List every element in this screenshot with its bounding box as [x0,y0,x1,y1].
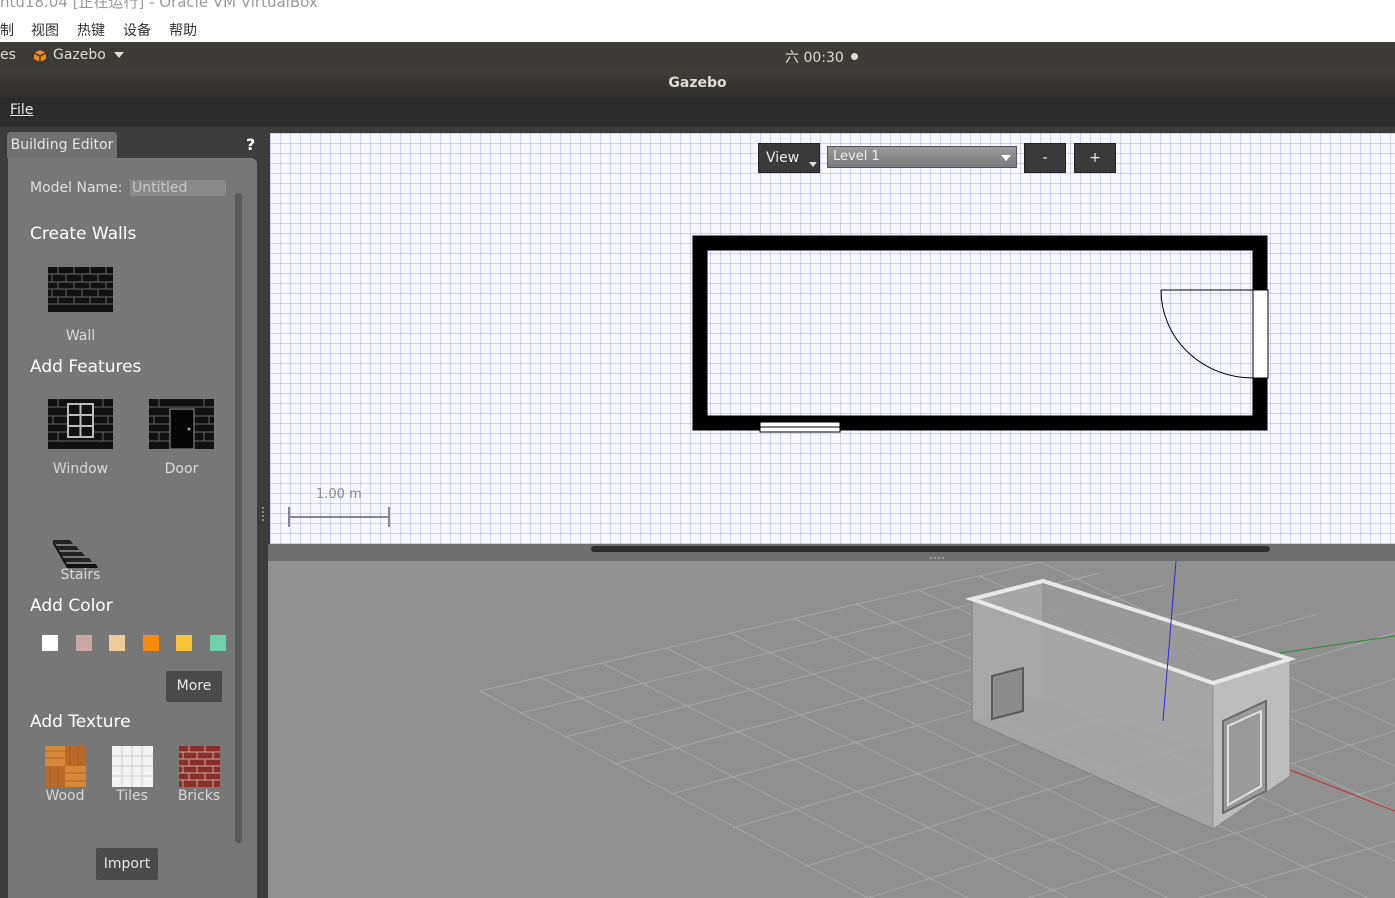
model-name-label: Model Name: [30,180,123,196]
window-on-plan[interactable] [759,421,841,433]
tiles-texture-button[interactable] [112,746,153,787]
floor-plan [288,235,1269,527]
tab-building-editor[interactable]: Building Editor [7,132,117,158]
stairs-icon [53,540,98,568]
add-texture-heading: Add Texture [30,712,131,732]
bricks-texture-button[interactable] [179,746,220,787]
gazebo-app-icon [32,48,48,68]
menu-file[interactable]: File [10,102,33,118]
window-title: Gazebo [668,75,727,91]
caret-down-icon [114,52,125,58]
vbox-menu-hotkeys[interactable]: 热键 [77,20,105,40]
menu-bar: File [0,97,1395,127]
add-features-heading: Add Features [30,357,142,377]
wood-label: Wood [45,788,85,804]
splitter-grip-icon [930,557,946,559]
activities-button[interactable]: es [0,47,16,63]
door-icon [149,399,214,450]
scale-label: 1.00 m [316,487,362,502]
color-swatch-yellow[interactable] [176,635,192,651]
model-name-input[interactable] [130,180,226,196]
view-3d[interactable] [268,561,1395,898]
window-title-bar: Gazebo [0,70,1395,97]
add-color-heading: Add Color [30,596,113,616]
door-button[interactable] [149,399,214,450]
window-button[interactable] [48,399,113,449]
color-swatch-beige[interactable] [109,635,125,651]
scale-bar [288,507,390,527]
scene-3d [479,561,1395,898]
color-swatch-rose[interactable] [76,635,92,651]
more-colors-button[interactable]: More [166,671,222,702]
bricks-label: Bricks [177,788,221,804]
vbox-menu-devices[interactable]: 设备 [123,20,151,40]
door-on-plan[interactable] [1160,289,1269,379]
panel-splitter[interactable] [258,127,268,898]
palette-scrollbar[interactable] [235,193,242,843]
building-model-3d[interactable] [965,578,1297,830]
wood-texture-button[interactable] [45,746,86,787]
wall-label: Wall [65,328,96,344]
color-swatch-white[interactable] [42,635,58,651]
wood-texture-icon [45,746,86,787]
tiles-label: Tiles [116,788,148,804]
clock-label: 六 00:30 [785,50,844,66]
editor-splitter[interactable] [268,544,1395,561]
window-label: Window [52,461,109,477]
building-editor-panel: Building Editor ? Model Name: Create Wal… [0,127,268,898]
window-icon [48,399,113,449]
vbox-menu-help[interactable]: 帮助 [169,20,197,40]
virtualbox-title: ntu18.04 [正在运行] - Oracle VM VirtualBox [0,0,318,11]
virtualbox-title-bar: ntu18.04 [正在运行] - Oracle VM VirtualBox [0,0,1395,14]
app-menu-button[interactable]: Gazebo [53,47,125,63]
record-dot-icon [851,53,859,60]
splitter-grip-icon [262,507,264,523]
color-swatch-orange[interactable] [143,635,159,651]
bricks-texture-icon [179,746,220,787]
editor-2d-canvas[interactable]: View Level 1 - + 1.00 m [270,133,1395,544]
building-palette: Model Name: Create Walls Wall Add Featur… [8,158,257,898]
create-walls-heading: Create Walls [30,224,137,244]
stairs-button[interactable] [52,538,100,570]
ubuntu-top-bar: es Gazebo 六 00:30 [0,42,1395,70]
help-button[interactable]: ? [246,135,255,154]
wall-icon [48,267,113,312]
clock[interactable]: 六 00:30 [785,47,859,67]
door-label: Door [164,461,199,477]
walls[interactable] [692,235,1268,431]
import-button[interactable]: Import [96,848,158,880]
color-swatch-mint[interactable] [210,635,226,651]
virtualbox-menu-bar: 制 视图 热键 设备 帮助 [0,14,1395,42]
app-menu-label: Gazebo [53,47,106,63]
wall-button[interactable] [48,267,113,312]
stairs-label: Stairs [60,567,101,583]
vbox-menu-view[interactable]: 视图 [31,20,59,40]
horizontal-scrollbar[interactable] [591,546,1270,552]
vbox-menu-control[interactable]: 制 [0,20,14,40]
tiles-texture-icon [112,746,153,787]
